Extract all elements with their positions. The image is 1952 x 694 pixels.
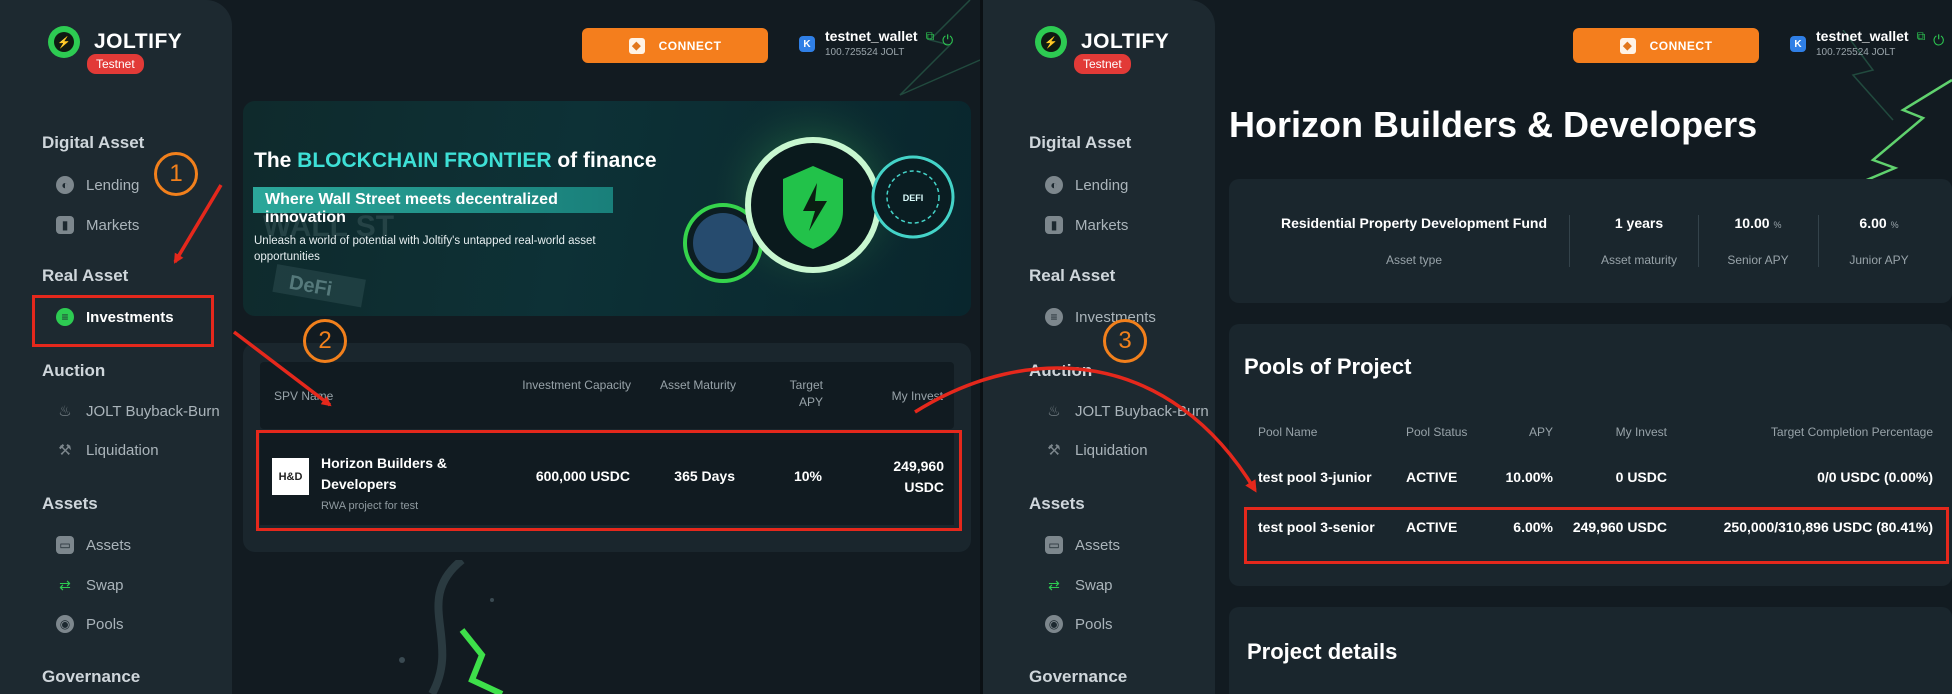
cross-pane-arrow [914,366,1257,493]
